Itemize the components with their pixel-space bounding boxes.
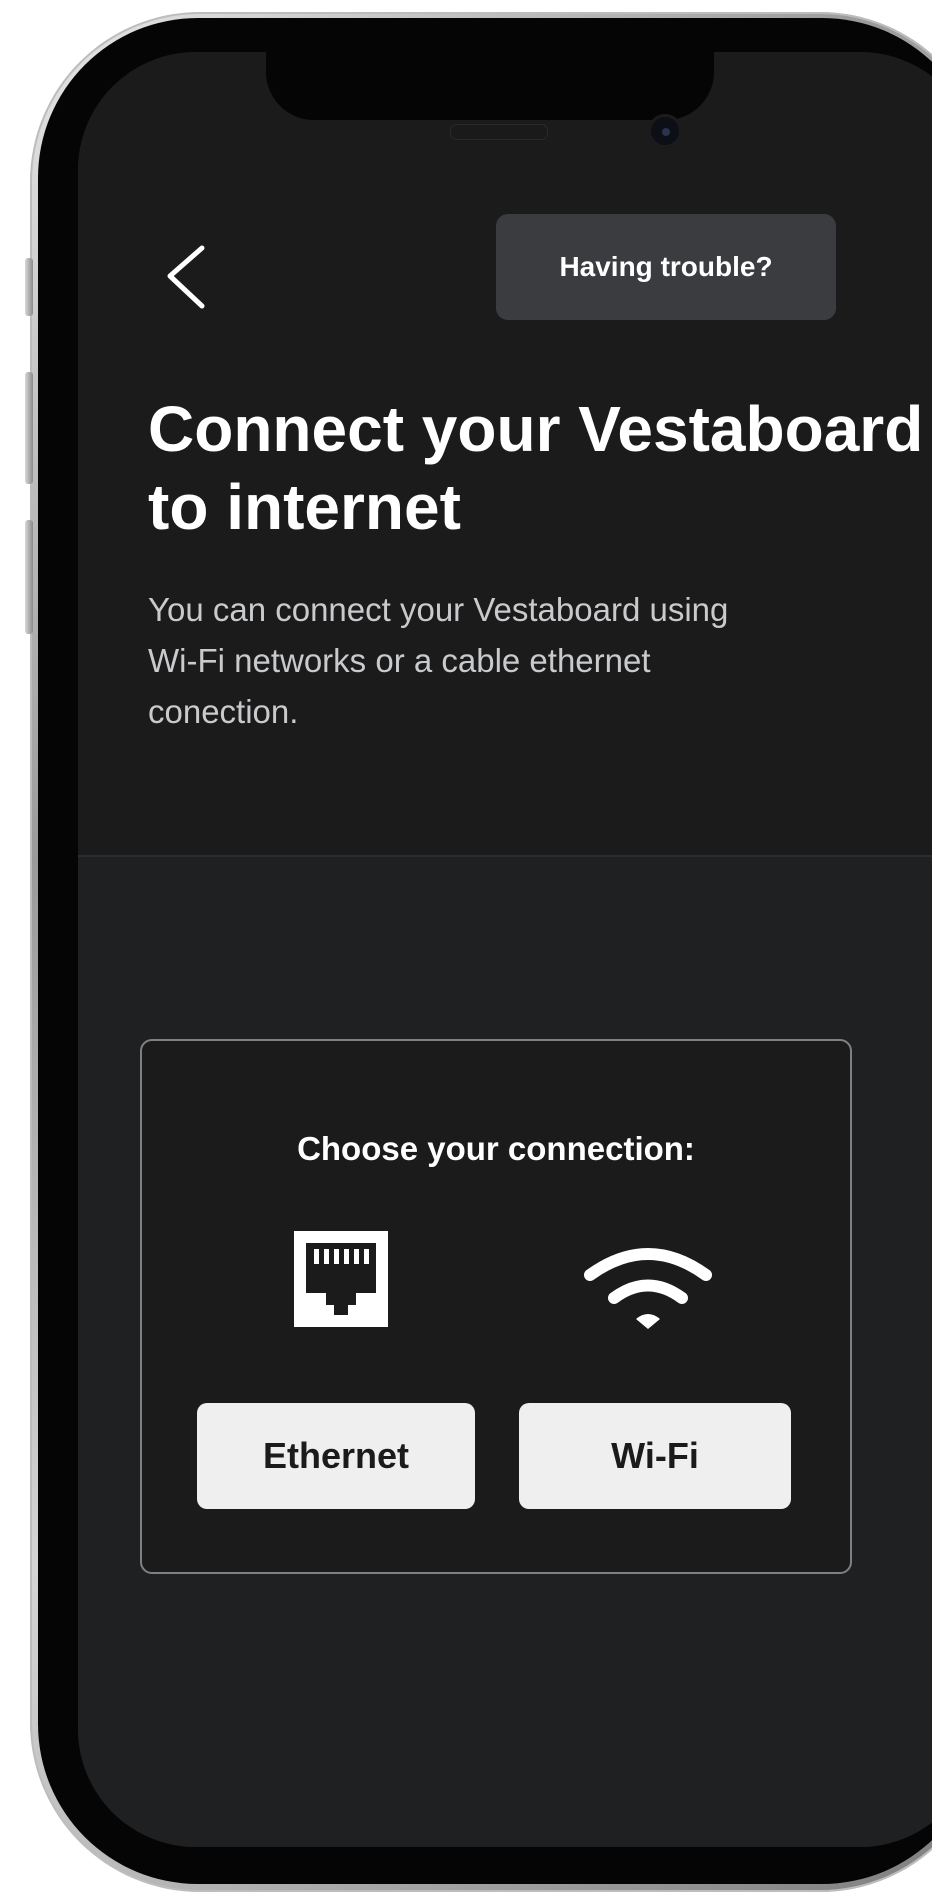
connection-section: Choose your connection: Ethernet Wi-Fi [78, 857, 932, 1847]
volume-up-button [25, 372, 33, 484]
wifi-button[interactable]: Wi-Fi [519, 1403, 791, 1509]
volume-down-button [25, 520, 33, 634]
wifi-icon [584, 1248, 712, 1329]
page-title: Connect your Vestaboard to internet [148, 393, 924, 543]
chevron-left-icon [167, 245, 205, 309]
notch [266, 52, 714, 120]
intro-description: You can connect your Vestaboard using Wi… [148, 591, 729, 730]
ethernet-button[interactable]: Ethernet [197, 1403, 475, 1509]
front-camera [648, 114, 682, 148]
ethernet-port-icon [294, 1231, 388, 1327]
speaker-grille [450, 124, 548, 140]
connection-heading: Choose your connection: [297, 1130, 695, 1167]
connection-card: Choose your connection: Ethernet Wi-Fi [140, 1039, 852, 1574]
page: Having trouble? Connect your Vestaboard … [0, 0, 932, 1897]
intro-section: Having trouble? Connect your Vestaboard … [78, 52, 932, 857]
having-trouble-button[interactable]: Having trouble? [496, 214, 836, 320]
phone-screen: Having trouble? Connect your Vestaboard … [78, 52, 932, 1847]
silent-switch [25, 258, 33, 316]
back-button[interactable] [150, 232, 220, 322]
